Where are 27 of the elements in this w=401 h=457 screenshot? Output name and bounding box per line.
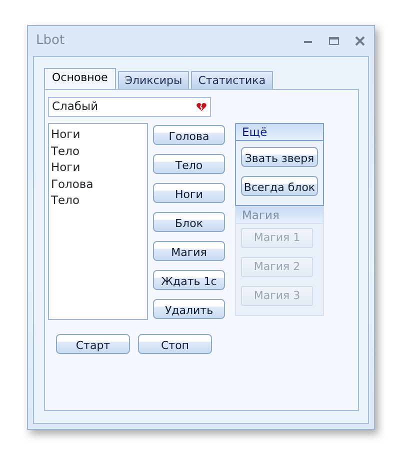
action-list[interactable]: Ноги Тело Ноги Голова Тело — [48, 123, 148, 320]
heart-icon — [196, 102, 207, 112]
action-button[interactable]: Блок — [153, 212, 225, 232]
group-button[interactable]: Звать зверя — [241, 147, 318, 167]
action-button[interactable]: Голова — [153, 125, 225, 145]
action-button[interactable]: Тело — [153, 154, 225, 174]
control-button[interactable]: Старт — [56, 334, 130, 354]
group-button[interactable]: Всегда блок — [241, 176, 318, 196]
dropdown[interactable]: Слабый — [48, 97, 211, 117]
group-title: Магия — [236, 207, 323, 224]
list-item[interactable]: Тело — [51, 142, 145, 159]
group-title: Ещё — [236, 124, 323, 141]
maximize-icon[interactable] — [328, 35, 340, 47]
tab[interactable]: Статистика — [191, 71, 273, 89]
list-item[interactable]: Ноги — [51, 126, 145, 142]
action-button[interactable]: Ноги — [153, 183, 225, 203]
action-button[interactable]: Удалить — [153, 299, 225, 319]
list-item[interactable]: Ноги — [51, 159, 145, 176]
list-item[interactable]: Голова — [51, 176, 145, 192]
close-icon[interactable] — [354, 35, 366, 47]
window-title: Lbot — [36, 32, 65, 50]
action-button[interactable]: Ждать 1с — [153, 270, 225, 290]
tab[interactable]: Эликсиры — [118, 71, 190, 89]
action-button[interactable]: Магия — [153, 241, 225, 261]
tab[interactable]: Основное — [44, 68, 116, 89]
control-button[interactable]: Стоп — [138, 334, 212, 354]
list-item[interactable]: Тело — [51, 192, 145, 208]
